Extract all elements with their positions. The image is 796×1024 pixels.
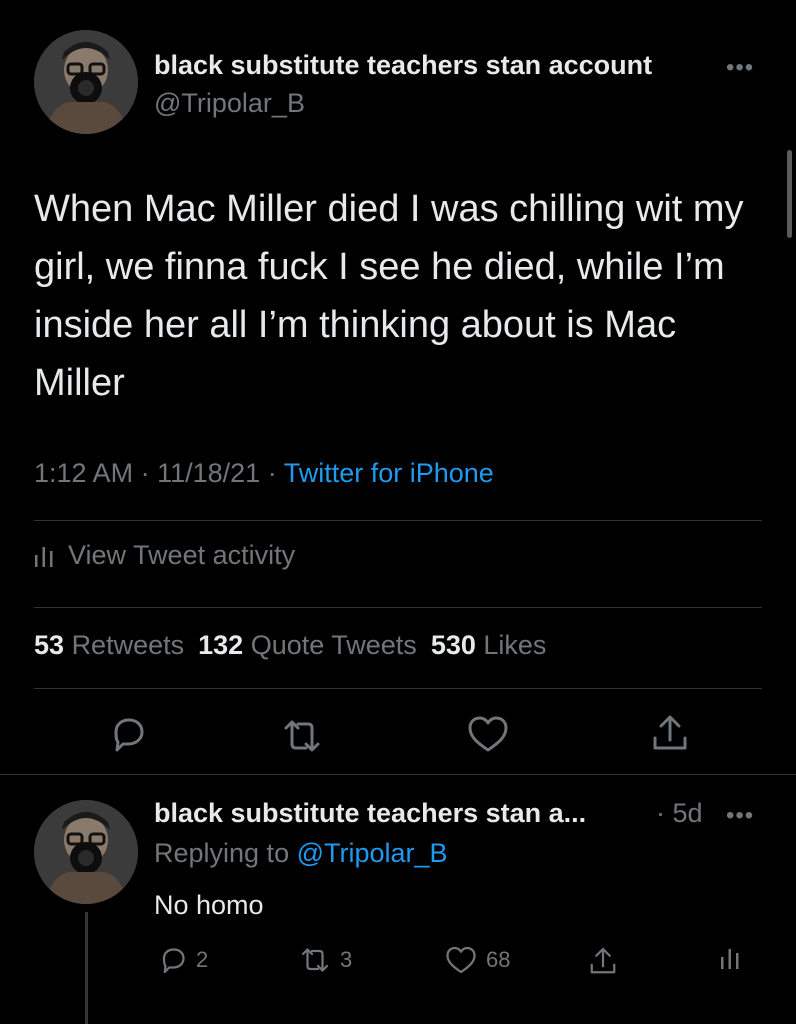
quotes-stat[interactable]: 132 Quote Tweets: [198, 630, 417, 660]
reply-share-button[interactable]: [588, 945, 626, 977]
share-icon: [590, 947, 616, 974]
reply-like-button[interactable]: 68: [444, 945, 510, 975]
tweet-source-link[interactable]: Twitter for iPhone: [284, 458, 494, 488]
retweets-stat[interactable]: 53 Retweets: [34, 630, 184, 660]
like-count: 68: [486, 947, 511, 972]
view-activity-button[interactable]: View Tweet activity: [34, 540, 295, 571]
replying-mention-link[interactable]: @Tripolar_B: [297, 838, 448, 868]
divider: [0, 774, 796, 775]
tweet-stats: 53 Retweets 132 Quote Tweets 530 Likes: [34, 630, 546, 661]
reply-retweet-button[interactable]: 3: [298, 945, 352, 975]
divider: [34, 520, 762, 521]
meta-separator: ·: [140, 458, 150, 488]
more-options-icon[interactable]: •••: [726, 54, 754, 82]
author-name[interactable]: black substitute teachers stan account: [154, 50, 652, 81]
analytics-icon: [721, 949, 739, 969]
replying-to: Replying to @Tripolar_B: [154, 838, 448, 869]
reply-more-options-icon[interactable]: •••: [726, 802, 754, 830]
tweet-time[interactable]: 1:12 AM: [34, 458, 133, 488]
retweet-icon: [301, 948, 329, 972]
tweet-text: When Mac Miller died I was chilling wit …: [34, 188, 744, 404]
view-activity-label: View Tweet activity: [68, 540, 296, 570]
reply-text: No homo: [154, 890, 264, 920]
like-icon[interactable]: [466, 714, 510, 754]
tweet-meta: 1:12 AM · 11/18/21 · Twitter for iPhone: [34, 458, 494, 489]
meta-separator: ·: [267, 458, 277, 488]
reply-reply-button[interactable]: 2: [158, 945, 208, 975]
scrollbar[interactable]: [787, 150, 792, 238]
author-avatar[interactable]: [34, 30, 138, 134]
reply-author-name[interactable]: black substitute teachers stan a...: [154, 798, 586, 829]
like-icon: [446, 946, 476, 974]
author-handle[interactable]: @Tripolar_B: [154, 88, 305, 119]
analytics-icon: [35, 546, 53, 567]
tweet-date[interactable]: 11/18/21: [157, 458, 260, 488]
divider: [34, 688, 762, 689]
reply-analytics-button[interactable]: [720, 945, 748, 971]
retweet-icon[interactable]: [280, 716, 324, 756]
reply-count: 2: [196, 947, 209, 972]
reply-icon[interactable]: [108, 714, 148, 754]
reply-author-avatar[interactable]: [34, 800, 138, 904]
divider: [34, 607, 762, 608]
reply-age: · 5d: [656, 798, 703, 828]
reply-icon: [162, 948, 185, 974]
replying-prefix: Replying to: [154, 838, 290, 868]
share-icon[interactable]: [650, 712, 690, 754]
retweet-count: 3: [340, 947, 353, 972]
likes-stat[interactable]: 530 Likes: [431, 630, 547, 660]
thread-line: [85, 912, 88, 1024]
